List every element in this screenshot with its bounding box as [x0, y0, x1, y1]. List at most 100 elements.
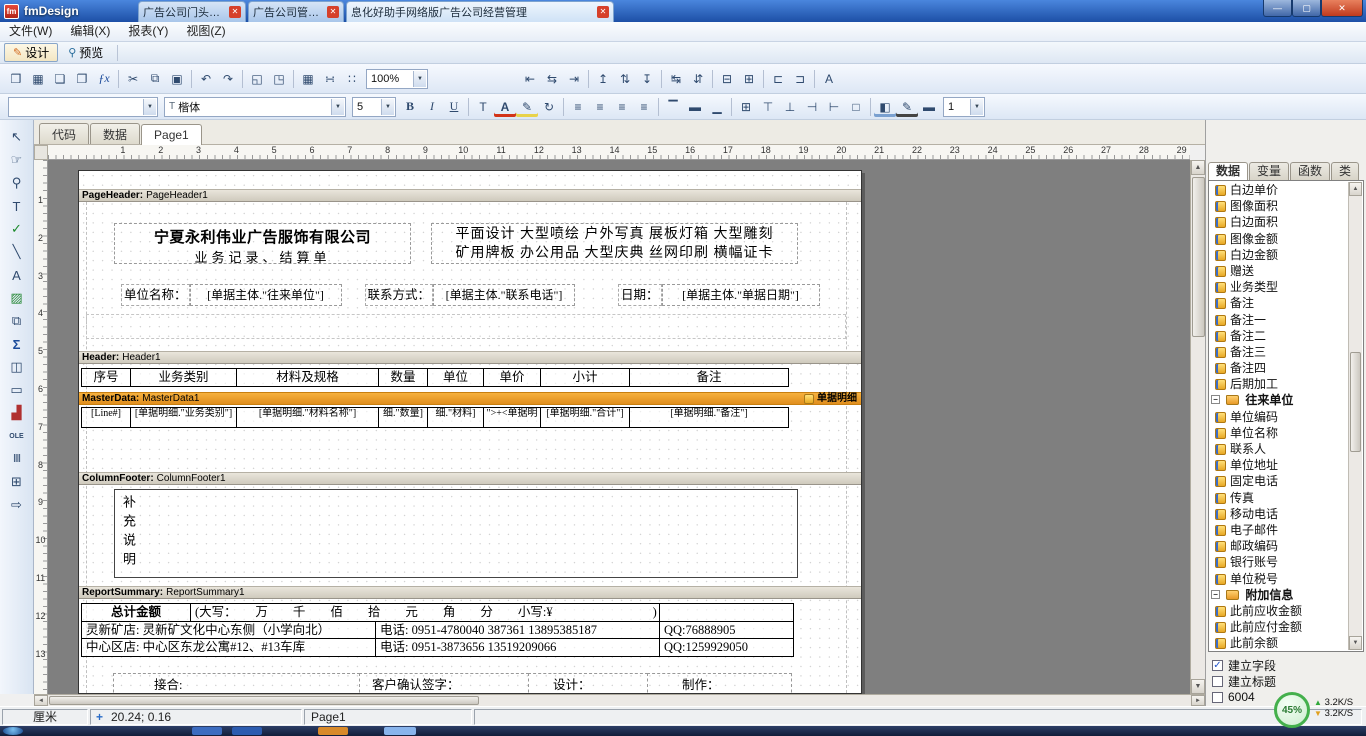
font-select[interactable]: T楷体: [164, 97, 346, 117]
style-select[interactable]: [8, 97, 158, 117]
tab-data[interactable]: 数据: [90, 123, 140, 144]
save-button[interactable]: ▦: [27, 69, 49, 89]
collapse-icon[interactable]: [1211, 395, 1220, 404]
field-item[interactable]: 图像金额: [1210, 231, 1348, 247]
field-label[interactable]: 联系方式：: [365, 284, 434, 306]
align-text-right-button[interactable]: ≡: [611, 97, 633, 117]
separator[interactable]: [658, 70, 665, 88]
scroll-down-icon[interactable]: ▼: [1191, 679, 1205, 694]
align-left-button[interactable]: ⇤: [519, 69, 541, 89]
menu-item[interactable]: 编辑(X): [61, 22, 119, 41]
data-field[interactable]: [单据明细."备注"]: [629, 407, 789, 428]
field-item[interactable]: 此前余额: [1210, 635, 1348, 650]
scrollbar-thumb[interactable]: [1192, 177, 1205, 337]
band-masterdata[interactable]: MasterData: MasterData1 单据明细: [79, 392, 861, 405]
field-item[interactable]: 备注二: [1210, 328, 1348, 344]
tab-code[interactable]: 代码: [39, 123, 89, 144]
background-tab[interactable]: 息化好助手网络版广告公司经营管理✕: [346, 1, 614, 22]
design-canvas[interactable]: PageHeader: PageHeader1 宁夏永利伟业广告服饰有限公司 业…: [48, 160, 1190, 694]
align-h-center-button[interactable]: ⇆: [541, 69, 563, 89]
fill-color-button[interactable]: ◧: [874, 97, 896, 117]
border-top-button[interactable]: ⊤: [757, 97, 779, 117]
chevron-down-icon[interactable]: [381, 99, 394, 115]
data-field[interactable]: ">+<单据明: [483, 407, 541, 428]
font-size-select[interactable]: 5: [352, 97, 396, 117]
field-item[interactable]: 白边金额: [1210, 247, 1348, 263]
separator[interactable]: [760, 70, 767, 88]
data-field[interactable]: [单据明细."业务类别"]: [130, 407, 237, 428]
field-item[interactable]: 白边单价: [1210, 182, 1348, 198]
separator[interactable]: [709, 70, 716, 88]
same-height-button[interactable]: ⊐: [789, 69, 811, 89]
scrollbar-thumb[interactable]: [49, 696, 479, 705]
field-item[interactable]: 业务类型: [1210, 279, 1348, 295]
scrollbar-thumb[interactable]: [1350, 352, 1361, 452]
scroll-up-icon[interactable]: ▲: [1349, 182, 1362, 196]
undo-button[interactable]: ↶: [195, 69, 217, 89]
tab-page1[interactable]: Page1: [141, 124, 202, 145]
data-field[interactable]: [Line#]: [81, 407, 131, 428]
memory-ball-widget[interactable]: 45%: [1274, 692, 1310, 728]
align-top-button[interactable]: ↥: [592, 69, 614, 89]
table-tool[interactable]: ⊞: [5, 471, 29, 493]
checkbox[interactable]: [1212, 676, 1223, 687]
snap-grid-button[interactable]: ∺: [319, 69, 341, 89]
panel-tab[interactable]: 变量: [1249, 162, 1289, 180]
taskbar-item[interactable]: [384, 727, 416, 735]
bring-front-button[interactable]: ◱: [246, 69, 268, 89]
cut-button[interactable]: ✂: [122, 69, 144, 89]
text-tool[interactable]: T: [5, 195, 29, 217]
new-page-button[interactable]: ❏: [49, 69, 71, 89]
border-none-button[interactable]: □: [845, 97, 867, 117]
background-tab[interactable]: 广告公司门头制作_广告公司门头图…✕: [138, 1, 246, 22]
group-item-extra[interactable]: 附加信息: [1210, 587, 1348, 603]
menu-item[interactable]: 报表(Y): [119, 22, 177, 41]
empty-cell[interactable]: [659, 603, 794, 622]
line-tool[interactable]: ╲: [5, 241, 29, 263]
scroll-up-icon[interactable]: ▲: [1191, 160, 1205, 175]
minimize-button[interactable]: —: [1263, 0, 1292, 17]
chevron-down-icon[interactable]: [970, 99, 983, 115]
tab-close-icon[interactable]: ✕: [229, 6, 241, 18]
field-item[interactable]: 移动电话: [1210, 506, 1348, 522]
column-header[interactable]: 单位: [427, 368, 484, 387]
column-header[interactable]: 序号: [81, 368, 131, 387]
rotate-text-button[interactable]: ↻: [538, 97, 560, 117]
field-item[interactable]: 固定电话: [1210, 473, 1348, 489]
field-item[interactable]: 备注: [1210, 295, 1348, 311]
underline-button[interactable]: U: [443, 97, 465, 117]
band-header[interactable]: Header: Header1: [79, 351, 861, 364]
chart-tool[interactable]: ▟: [5, 402, 29, 424]
zoom-tool[interactable]: ⚲: [5, 172, 29, 194]
barcode-tool[interactable]: ‖‖: [5, 448, 29, 470]
store-address[interactable]: 中心区店: 中心区东龙公寓#12、#13车库: [81, 638, 376, 657]
picture-tool[interactable]: ▨: [5, 287, 29, 309]
grid-dots-button[interactable]: ∷: [341, 69, 363, 89]
field-label[interactable]: 单位名称：: [121, 284, 190, 306]
export-tool[interactable]: ⇨: [5, 494, 29, 516]
panel-tab[interactable]: 类: [1331, 162, 1359, 180]
close-button[interactable]: ✕: [1321, 0, 1363, 17]
field-item[interactable]: 后期加工: [1210, 376, 1348, 392]
line-width-select[interactable]: 1: [943, 97, 985, 117]
scroll-down-icon[interactable]: ▼: [1349, 636, 1362, 650]
checkbox[interactable]: ✓: [1212, 660, 1223, 671]
expression-button[interactable]: ƒx: [93, 69, 115, 89]
tab-close-icon[interactable]: ✕: [327, 6, 339, 18]
separator[interactable]: [585, 70, 592, 88]
start-button[interactable]: [3, 727, 23, 735]
separator[interactable]: [465, 98, 472, 116]
page-settings-button[interactable]: ❐: [71, 69, 93, 89]
separator[interactable]: [728, 98, 735, 116]
column-header[interactable]: 小计: [540, 368, 630, 387]
store-phone[interactable]: 电话: 0951-3873656 13519209066: [375, 638, 660, 657]
field-expression[interactable]: [单据主体."往来单位"]: [190, 284, 342, 306]
separator[interactable]: [811, 70, 818, 88]
checkbox[interactable]: [1212, 692, 1223, 703]
ole-tool[interactable]: OLE: [5, 425, 29, 447]
paste-button[interactable]: ▣: [166, 69, 188, 89]
data-field[interactable]: [单据明细."合计"]: [540, 407, 630, 428]
field-item[interactable]: 备注一: [1210, 312, 1348, 328]
chevron-down-icon[interactable]: [331, 99, 344, 115]
panel-tab[interactable]: 函数: [1290, 162, 1330, 180]
